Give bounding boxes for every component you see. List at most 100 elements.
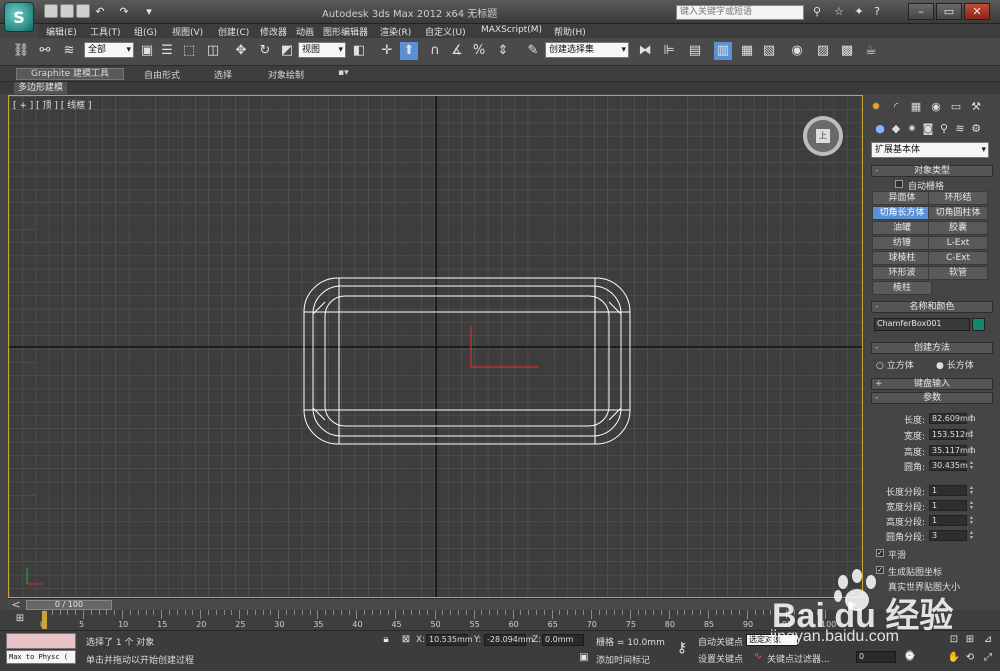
object-color-swatch[interactable] — [972, 318, 985, 331]
gen-map-coords-checkbox[interactable]: ✓ — [876, 566, 884, 574]
mini-curve-editor-icon[interactable]: ⊞ — [12, 612, 28, 626]
width-spinner[interactable]: 153.512m — [929, 429, 973, 440]
menu-modifiers[interactable]: 修改器 — [260, 25, 287, 38]
prism-button[interactable]: 棱柱 — [872, 281, 932, 295]
selection-lock-icon[interactable]: 🔒︎ — [378, 633, 394, 647]
quick-access-dropdown-icon[interactable]: ▾ — [142, 5, 156, 19]
open-file-icon[interactable] — [60, 4, 74, 18]
maxscript-mini-output[interactable]: Max to Physc ( — [6, 650, 76, 664]
width-segs-arrows-icon[interactable]: ▴ ▾ — [970, 500, 976, 511]
parameters-rollout[interactable]: - 参数 — [871, 392, 993, 404]
menu-help[interactable]: 帮助(H) — [554, 25, 586, 38]
radio-cube[interactable]: ○ 立方体 — [876, 358, 914, 371]
width-segs-spinner[interactable]: 1 — [929, 500, 967, 511]
torus-knot-button[interactable]: 环形结 — [928, 191, 988, 205]
menu-customize[interactable]: 自定义(U) — [425, 25, 466, 38]
l-ext-button[interactable]: L-Ext — [928, 236, 988, 250]
angle-snap-icon[interactable]: ∡ — [448, 42, 466, 60]
absolute-mode-icon[interactable]: ⊠ — [398, 633, 414, 647]
hose-button[interactable]: 软管 — [928, 266, 988, 280]
shapes-icon[interactable]: ◆ — [888, 121, 904, 137]
chamfer-box-button[interactable]: 切角长方体 — [872, 206, 932, 220]
select-by-name-icon[interactable]: ☰ — [158, 42, 176, 60]
tab-object-paint[interactable]: 对象绘制 — [268, 68, 304, 81]
tab-freeform[interactable]: 自由形式 — [144, 68, 180, 81]
layer-manager-icon[interactable]: ▤ — [686, 42, 704, 60]
display-tab-icon[interactable]: ▭ — [948, 99, 964, 115]
fillet-segs-spinner[interactable]: 3 — [929, 530, 967, 541]
time-slider-thumb[interactable]: 0 / 100 — [26, 600, 112, 610]
motion-tab-icon[interactable]: ◉ — [928, 99, 944, 115]
height-spinner[interactable]: 35.117mm — [929, 445, 976, 456]
selection-filter-dropdown[interactable]: 全部 — [84, 42, 134, 58]
material-editor-icon[interactable]: ◉ — [788, 42, 806, 60]
object-type-rollout[interactable]: - 对象类型 — [871, 165, 993, 177]
search-input[interactable]: 键入关键字或短语 — [676, 5, 804, 20]
select-and-scale-icon[interactable]: ◩ — [278, 42, 296, 60]
select-and-rotate-icon[interactable]: ↻ — [256, 42, 274, 60]
menu-edit[interactable]: 编辑(E) — [46, 25, 77, 38]
set-key-icon[interactable]: ⚷ — [674, 641, 690, 655]
y-coord-field[interactable]: -28.094mm — [484, 634, 533, 646]
z-coord-field[interactable]: 0.0mm — [542, 634, 584, 646]
length-spinner-arrows-icon[interactable]: ▴ ▾ — [970, 413, 976, 424]
polygon-modeling-panel[interactable]: 多边形建模 — [14, 82, 68, 94]
hedra-button[interactable]: 异面体 — [872, 191, 932, 205]
name-and-color-rollout[interactable]: - 名称和颜色 — [871, 301, 993, 313]
bind-space-warp-icon[interactable]: ≋ — [60, 42, 78, 60]
fillet-spinner[interactable]: 30.435m — [929, 460, 968, 471]
x-coord-field[interactable]: 10.535mm — [426, 634, 473, 646]
time-configuration-icon[interactable]: ⌚ — [902, 650, 918, 664]
menu-group[interactable]: 组(G) — [134, 25, 157, 38]
zoom-extents-all-icon[interactable]: ⊞ — [962, 633, 978, 647]
schematic-view-icon[interactable]: ▧ — [760, 42, 778, 60]
curve-editor-icon[interactable]: ▦ — [738, 42, 756, 60]
space-warps-icon[interactable]: ≋ — [952, 121, 968, 137]
modify-tab-icon[interactable]: ◜ — [888, 99, 904, 115]
spinner-snap-icon[interactable]: ⇕ — [494, 42, 512, 60]
percent-snap-icon[interactable]: % — [470, 42, 488, 60]
width-spinner-arrows-icon[interactable]: ▴ ▾ — [970, 429, 976, 440]
maxscript-listener-input[interactable] — [6, 633, 76, 649]
c-ext-button[interactable]: C-Ext — [928, 251, 988, 265]
redo-icon[interactable]: ↷ — [117, 5, 131, 19]
unlink-icon[interactable]: ⚯ — [36, 42, 54, 60]
object-category-dropdown[interactable]: 扩展基本体 — [871, 142, 989, 158]
viewcube-top-face[interactable]: 上 — [816, 129, 830, 143]
height-segs-spinner[interactable]: 1 — [929, 515, 967, 526]
help-icon[interactable]: ? — [870, 5, 884, 19]
set-key-button[interactable]: 设置关键点 — [698, 652, 743, 665]
snaps-toggle-icon[interactable]: ∩ — [426, 42, 444, 60]
binoculars-icon[interactable]: ⚲ — [810, 5, 824, 19]
cameras-icon[interactable]: ◙ — [920, 121, 936, 137]
new-file-icon[interactable] — [44, 4, 58, 18]
length-segs-arrows-icon[interactable]: ▴ ▾ — [970, 485, 976, 496]
chamfer-cylinder-button[interactable]: 切角圆柱体 — [928, 206, 988, 220]
named-selection-dropdown[interactable]: 创建选择集 — [545, 42, 629, 58]
menu-create[interactable]: 创建(C) — [218, 25, 249, 38]
menu-views[interactable]: 视图(V) — [172, 25, 203, 38]
menu-tools[interactable]: 工具(T) — [90, 25, 121, 38]
zoom-extents-icon[interactable]: ⊡ — [946, 633, 962, 647]
window-crossing-icon[interactable]: ◫ — [204, 42, 222, 60]
select-object-icon[interactable]: ▣ — [138, 42, 156, 60]
lights-icon[interactable]: ✷ — [904, 121, 920, 137]
hierarchy-tab-icon[interactable]: ▦ — [908, 99, 924, 115]
communication-center-icon[interactable]: ✦ — [852, 5, 866, 19]
rendered-frame-window-icon[interactable]: ▩ — [838, 42, 856, 60]
close-button[interactable]: ✕ — [964, 3, 990, 20]
geometry-icon[interactable]: ● — [872, 121, 888, 137]
maximize-viewport-icon[interactable]: ⤢ — [980, 651, 996, 665]
orbit-icon[interactable]: ⟲ — [962, 651, 978, 665]
reference-coordinate-dropdown[interactable]: 视图 — [298, 42, 346, 58]
select-and-link-icon[interactable]: ⛓ — [12, 42, 30, 60]
height-spinner-arrows-icon[interactable]: ▴ ▾ — [970, 445, 976, 456]
graphite-toggle-icon[interactable]: ▥ — [714, 42, 732, 60]
menu-rendering[interactable]: 渲染(R) — [380, 25, 411, 38]
undo-icon[interactable]: ↶ — [93, 5, 107, 19]
fillet-spinner-arrows-icon[interactable]: ▴ ▾ — [970, 460, 976, 471]
time-slider[interactable]: < 0 / 100 > — [8, 598, 863, 611]
smooth-checkbox[interactable]: ✓ — [876, 549, 884, 557]
select-and-move-icon[interactable]: ✥ — [232, 42, 250, 60]
menu-maxscript[interactable]: MAXScript(M) — [481, 25, 542, 35]
